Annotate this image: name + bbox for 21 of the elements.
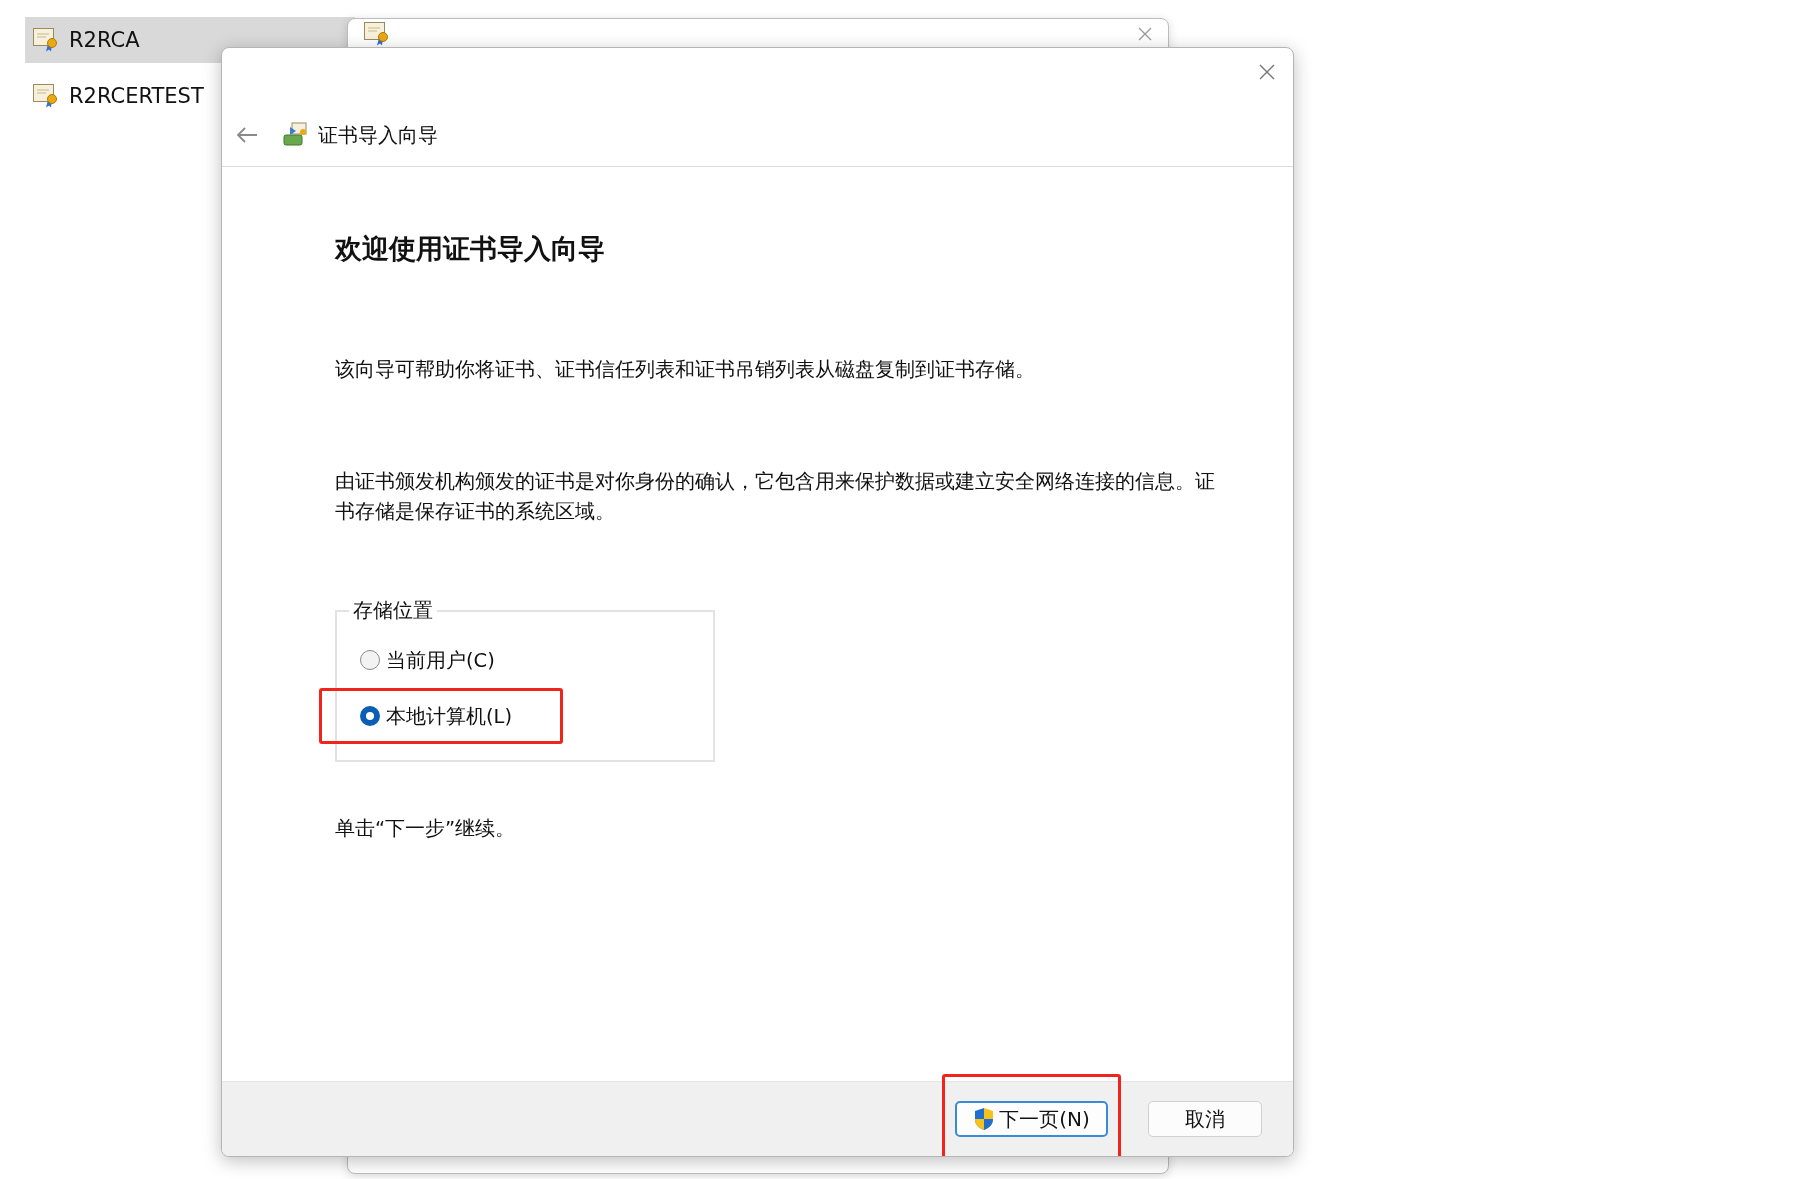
radio-button[interactable] (360, 650, 380, 670)
shield-icon (973, 1107, 996, 1131)
description-text: 该向导可帮助你将证书、证书信任列表和证书吊销列表从磁盘复制到证书存储。 (335, 357, 1036, 383)
close-icon[interactable] (1138, 27, 1152, 41)
cancel-button[interactable]: 取消 (1148, 1101, 1262, 1137)
next-button[interactable]: 下一页(N) (955, 1101, 1108, 1137)
radio-option[interactable]: 当前用户(C) (360, 635, 495, 685)
radio-option[interactable]: 本地计算机(L) (360, 691, 513, 741)
radio-button[interactable] (360, 706, 380, 726)
certificate-icon (364, 22, 388, 46)
file-item[interactable]: R2RCERTEST (25, 73, 355, 119)
close-icon[interactable] (1259, 64, 1275, 80)
certificate-icon (33, 28, 57, 52)
description-text: 由证书颁发机构颁发的证书是对你身份的确认，它包含用来保护数据或建立安全网络连接的信息。证书存储是保存证书的系统区域。 (335, 469, 1215, 525)
back-arrow-icon[interactable] (236, 126, 258, 144)
certificate-import-icon (280, 121, 310, 149)
wizard-heading: 欢迎使用证书导入向导 (335, 232, 605, 266)
hint-text: 单击“下一步”继续。 (335, 816, 516, 842)
group-label: 存储位置 (352, 598, 434, 624)
certificate-icon (33, 84, 57, 108)
dialog-title: 证书导入向导 (318, 121, 438, 149)
